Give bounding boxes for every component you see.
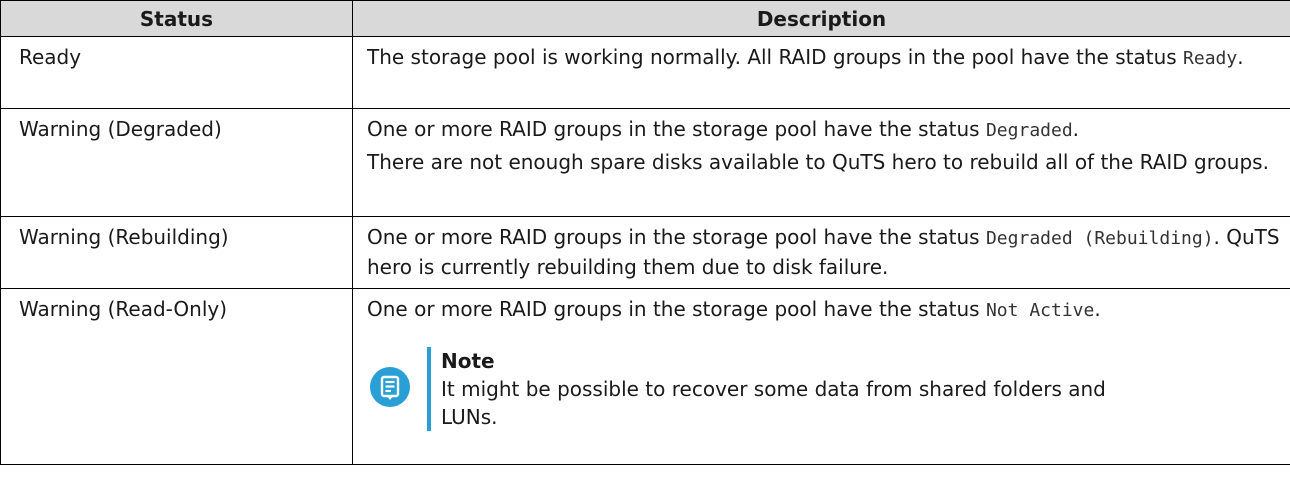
status-cell: Warning (Degraded) xyxy=(0,108,353,217)
status-cell: Ready xyxy=(0,36,353,109)
status-code: Not Active xyxy=(985,300,1095,321)
status-code: Degraded (Rebuilding) xyxy=(985,228,1214,249)
note-callout: Note It might be possible to recover som… xyxy=(367,347,1280,431)
description-extra: There are not enough spare disks availab… xyxy=(367,150,1269,174)
note-body: Note It might be possible to recover som… xyxy=(441,347,1280,431)
description-end: . xyxy=(1237,45,1244,69)
status-cell: Warning (Read-Only) xyxy=(0,288,353,465)
description-cell: One or more RAID groups in the storage p… xyxy=(352,216,1290,289)
header-status: Status xyxy=(0,0,353,37)
description-line: One or more RAID groups in the storage p… xyxy=(367,295,1280,325)
description-end: . xyxy=(1072,117,1080,141)
status-cell: Warning (Rebuilding) xyxy=(0,216,353,289)
description-text: One or more RAID groups in the storage p… xyxy=(367,225,986,249)
header-description: Description xyxy=(352,0,1290,37)
note-title: Note xyxy=(441,349,495,373)
description-end: . xyxy=(1094,297,1101,321)
description-cell: The storage pool is working normally. Al… xyxy=(352,36,1290,109)
table-row: Warning (Read-Only) One or more RAID gro… xyxy=(0,288,1290,465)
status-code: Degraded xyxy=(985,120,1073,141)
description-cell: One or more RAID groups in the storage p… xyxy=(352,108,1290,217)
status-table: Status Description Ready The storage poo… xyxy=(0,0,1290,465)
description-text: One or more RAID groups in the storage p… xyxy=(367,117,986,141)
note-icon xyxy=(370,367,410,407)
description-cell: One or more RAID groups in the storage p… xyxy=(352,288,1290,465)
description-line: One or more RAID groups in the storage p… xyxy=(367,115,1280,145)
header-row: Status Description xyxy=(0,0,1290,37)
table-row: Warning (Degraded) One or more RAID grou… xyxy=(0,108,1290,217)
description-text: One or more RAID groups in the storage p… xyxy=(367,297,986,321)
description-text: The storage pool is working normally. Al… xyxy=(367,45,1184,69)
table-row: Ready The storage pool is working normal… xyxy=(0,36,1290,109)
note-accent-bar xyxy=(427,347,431,431)
status-code: Ready xyxy=(1183,48,1238,69)
table-row: Warning (Rebuilding) One or more RAID gr… xyxy=(0,216,1290,289)
note-text: It might be possible to recover some dat… xyxy=(441,377,1106,429)
